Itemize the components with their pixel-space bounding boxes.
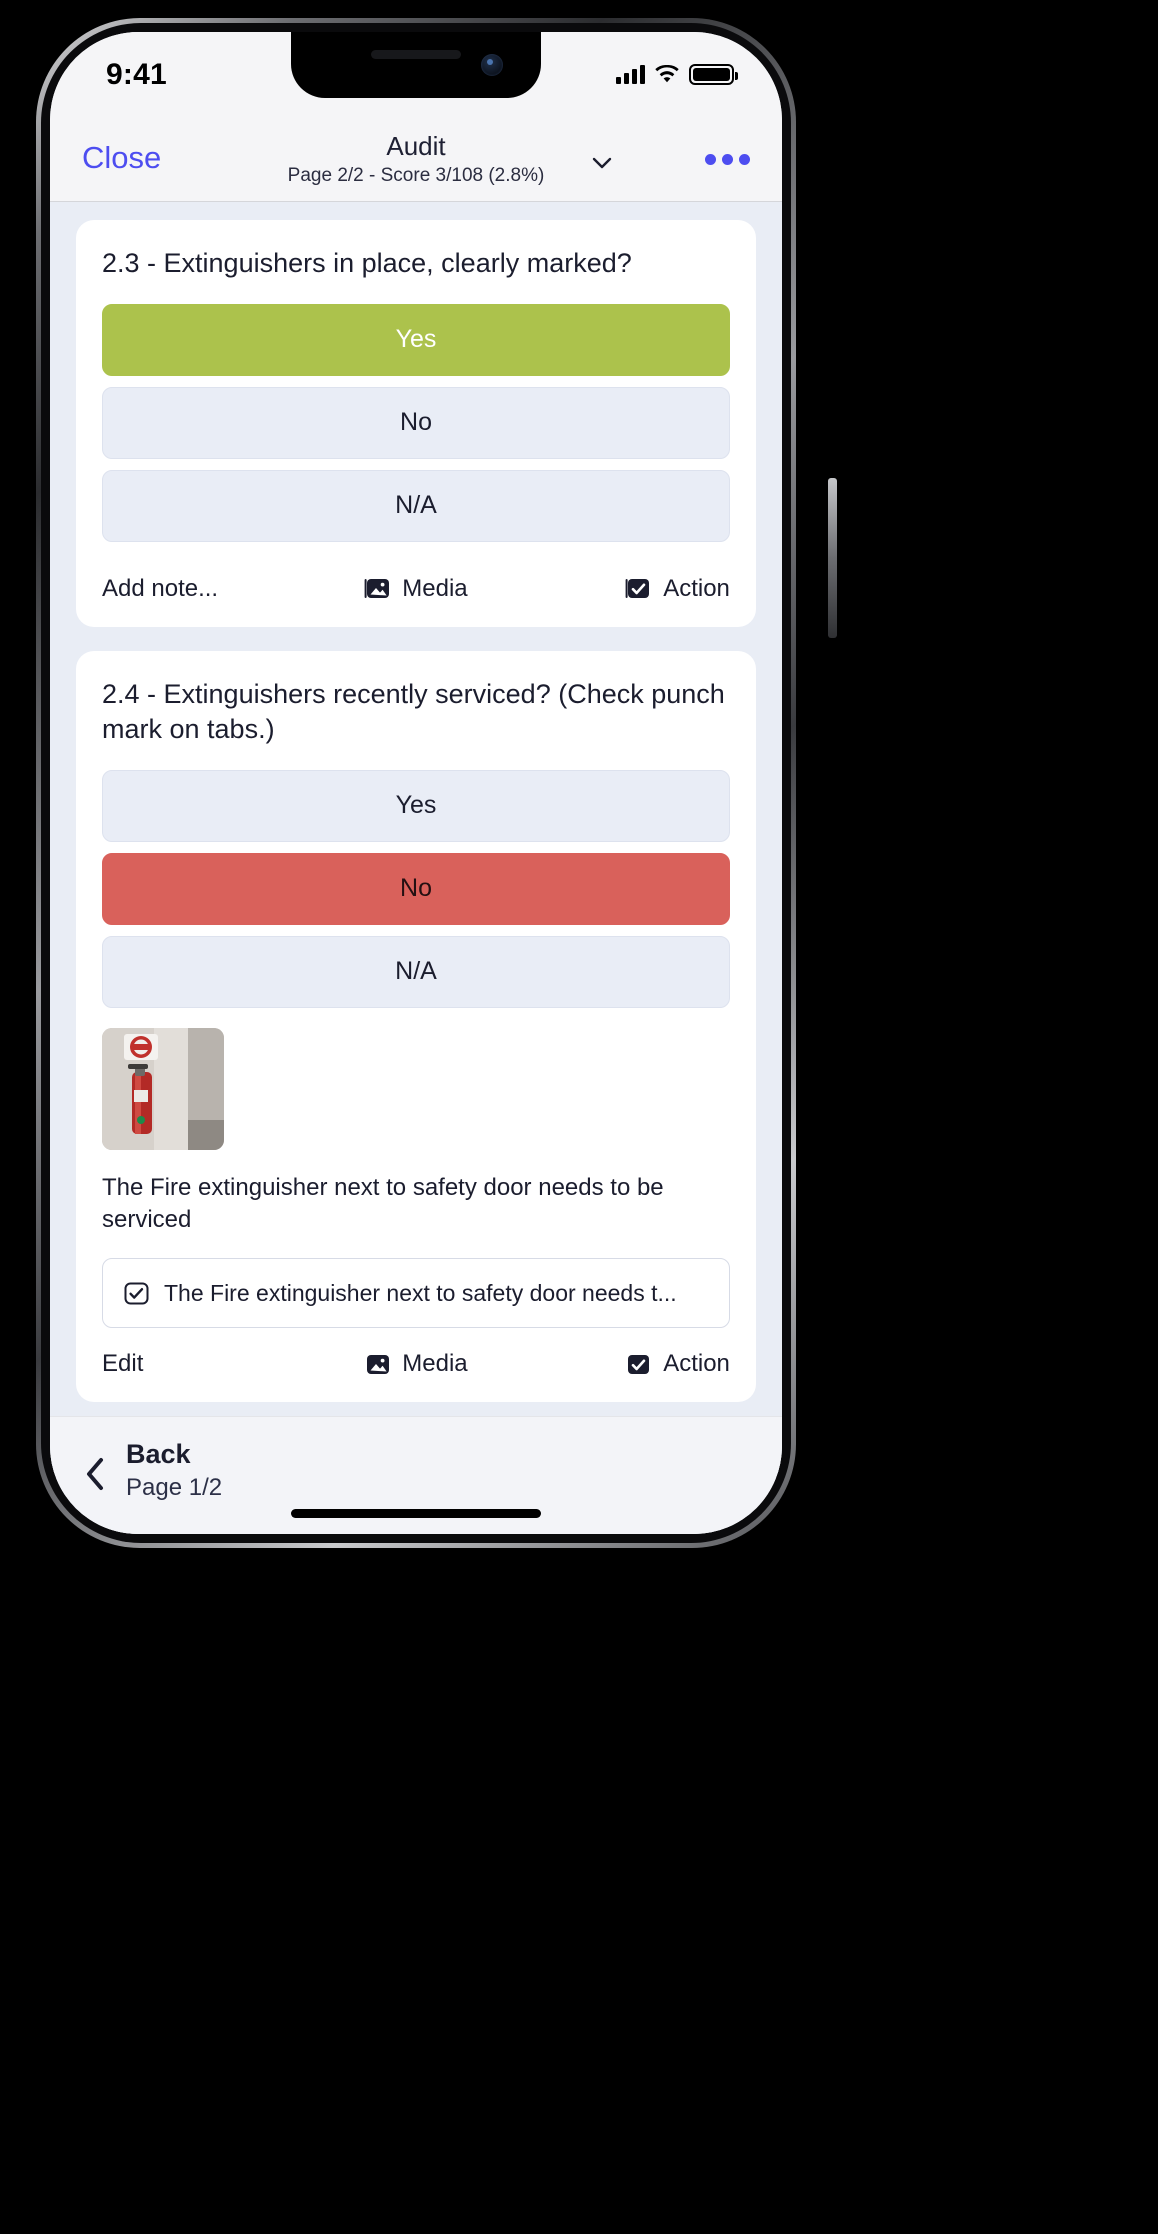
option-no[interactable]: No xyxy=(102,386,730,459)
navigation-bar: Close Audit Page 2/2 - Score 3/108 (2.8%… xyxy=(50,126,782,202)
chevron-left-icon[interactable] xyxy=(84,1457,106,1491)
page-subtitle: Page 2/2 - Score 3/108 (2.8%) xyxy=(287,164,545,186)
answer-options: Yes No N/A xyxy=(76,769,756,1008)
option-na[interactable]: N/A xyxy=(102,935,730,1008)
page-title: Audit xyxy=(386,131,446,161)
media-button[interactable]: Media xyxy=(311,1350,520,1378)
add-note-label: Add note... xyxy=(102,574,219,602)
checkbox-checked-icon xyxy=(123,1280,150,1307)
close-button[interactable]: Close xyxy=(82,140,161,176)
home-indicator xyxy=(291,1509,541,1518)
question-card: 2.3 - Extinguishers in place, clearly ma… xyxy=(76,220,756,627)
option-no[interactable]: No xyxy=(102,852,730,925)
cellular-bars-icon xyxy=(616,65,645,84)
question-card: 2.4 - Extinguishers recently serviced? (… xyxy=(76,650,756,1403)
back-button-sublabel: Page 1/2 xyxy=(126,1474,223,1501)
option-yes[interactable]: Yes xyxy=(102,769,730,842)
power-button[interactable] xyxy=(828,478,837,638)
edit-note-label: Edit xyxy=(102,1350,144,1378)
question-toolbar: Add note... Media Action xyxy=(76,553,756,627)
question-title: 2.3 - Extinguishers in place, clearly ma… xyxy=(102,248,632,278)
checkbox-checked-icon xyxy=(625,1351,652,1378)
action-label: Action xyxy=(663,1350,730,1378)
question-toolbar: Edit Media Action xyxy=(76,1328,756,1402)
screenshot-root: 9:41 Close Audit Page 2/2 - Score 3/108 … xyxy=(0,0,1158,2234)
add-note-button[interactable]: Add note... xyxy=(102,575,311,603)
chevron-down-icon[interactable] xyxy=(591,152,613,174)
phone-screen: 9:41 Close Audit Page 2/2 - Score 3/108 … xyxy=(50,32,782,1534)
status-bar-time: 9:41 xyxy=(106,58,167,91)
option-yes[interactable]: Yes xyxy=(102,303,730,376)
question-title: 2.4 - Extinguishers recently serviced? (… xyxy=(102,678,725,745)
action-button[interactable]: Action xyxy=(521,1350,730,1378)
answer-options: Yes No N/A xyxy=(76,303,756,542)
media-button[interactable]: Media xyxy=(311,575,520,603)
option-na[interactable]: N/A xyxy=(102,469,730,542)
media-label: Media xyxy=(402,574,468,602)
wifi-icon xyxy=(655,64,679,84)
question-note[interactable]: The Fire extinguisher next to safety doo… xyxy=(76,1150,756,1236)
front-camera xyxy=(481,54,503,76)
edit-note-button[interactable]: Edit xyxy=(102,1350,311,1378)
media-thumbnail[interactable] xyxy=(102,1027,224,1150)
back-button-label[interactable]: Back xyxy=(126,1439,191,1470)
action-button[interactable]: Action xyxy=(521,575,730,603)
action-item-chip[interactable]: The Fire extinguisher next to safety doo… xyxy=(102,1258,730,1329)
checkbox-checked-icon xyxy=(625,575,652,602)
device-notch xyxy=(291,32,541,98)
nav-title-block[interactable]: Audit Page 2/2 - Score 3/108 (2.8%) xyxy=(206,131,626,187)
action-item-label: The Fire extinguisher next to safety doo… xyxy=(164,1279,677,1306)
media-image-icon xyxy=(364,575,391,602)
media-image-icon xyxy=(364,1351,391,1378)
media-label: Media xyxy=(402,1350,468,1378)
action-label: Action xyxy=(663,574,730,602)
battery-full-icon xyxy=(689,64,738,85)
status-bar-indicators xyxy=(616,64,738,85)
bottom-navigation-bar: Back Page 1/2 xyxy=(50,1416,782,1534)
ellipsis-icon[interactable] xyxy=(705,154,750,165)
earpiece-speaker xyxy=(371,50,461,59)
questions-scroll-area[interactable]: 2.3 - Extinguishers in place, clearly ma… xyxy=(50,202,782,1534)
phone-device-frame: 9:41 Close Audit Page 2/2 - Score 3/108 … xyxy=(36,18,837,1548)
